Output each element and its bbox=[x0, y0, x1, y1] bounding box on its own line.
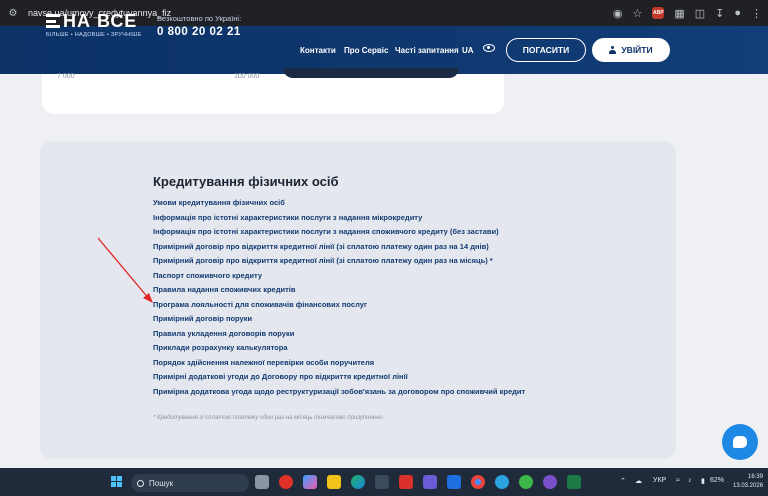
windows-start-icon[interactable] bbox=[111, 476, 123, 488]
teams-icon[interactable] bbox=[423, 475, 437, 489]
volume-icon[interactable]: ♪ bbox=[688, 477, 692, 484]
tray-language[interactable]: УКР bbox=[653, 477, 666, 484]
edge-icon[interactable] bbox=[351, 475, 365, 489]
file-explorer-icon[interactable] bbox=[327, 475, 341, 489]
battery-icon[interactable]: ▮ bbox=[701, 477, 705, 485]
taskbar-search[interactable]: Пошук bbox=[131, 474, 249, 492]
excel-icon[interactable] bbox=[567, 475, 581, 489]
telegram-icon[interactable] bbox=[495, 475, 509, 489]
chat-button[interactable] bbox=[722, 424, 758, 460]
clock-time: 16:39 bbox=[748, 474, 764, 480]
wifi-icon[interactable]: ≈ bbox=[676, 477, 680, 484]
search-icon bbox=[137, 479, 144, 487]
whatsapp-icon[interactable] bbox=[519, 475, 533, 489]
annotation-arrow-icon bbox=[97, 237, 153, 303]
tray-app-icon[interactable]: ☁ bbox=[635, 477, 642, 485]
chat-bubble-icon bbox=[733, 436, 747, 448]
viber-icon[interactable] bbox=[543, 475, 557, 489]
clock[interactable]: 16:39 13.03.2026 bbox=[733, 473, 763, 491]
task-view-icon[interactable] bbox=[255, 475, 269, 489]
taskbar-search-text: Пошук bbox=[149, 478, 174, 488]
chrome-icon[interactable] bbox=[471, 475, 485, 489]
opera-icon[interactable] bbox=[279, 475, 293, 489]
clock-date: 13.03.2026 bbox=[733, 483, 764, 489]
battery-percent: 62% bbox=[710, 477, 725, 484]
copilot-icon[interactable] bbox=[303, 475, 317, 489]
store-icon[interactable] bbox=[375, 475, 389, 489]
dropbox-icon[interactable] bbox=[447, 475, 461, 489]
lastpass-icon[interactable] bbox=[399, 475, 413, 489]
tray-chevron-icon[interactable]: ⌃ bbox=[620, 477, 626, 485]
